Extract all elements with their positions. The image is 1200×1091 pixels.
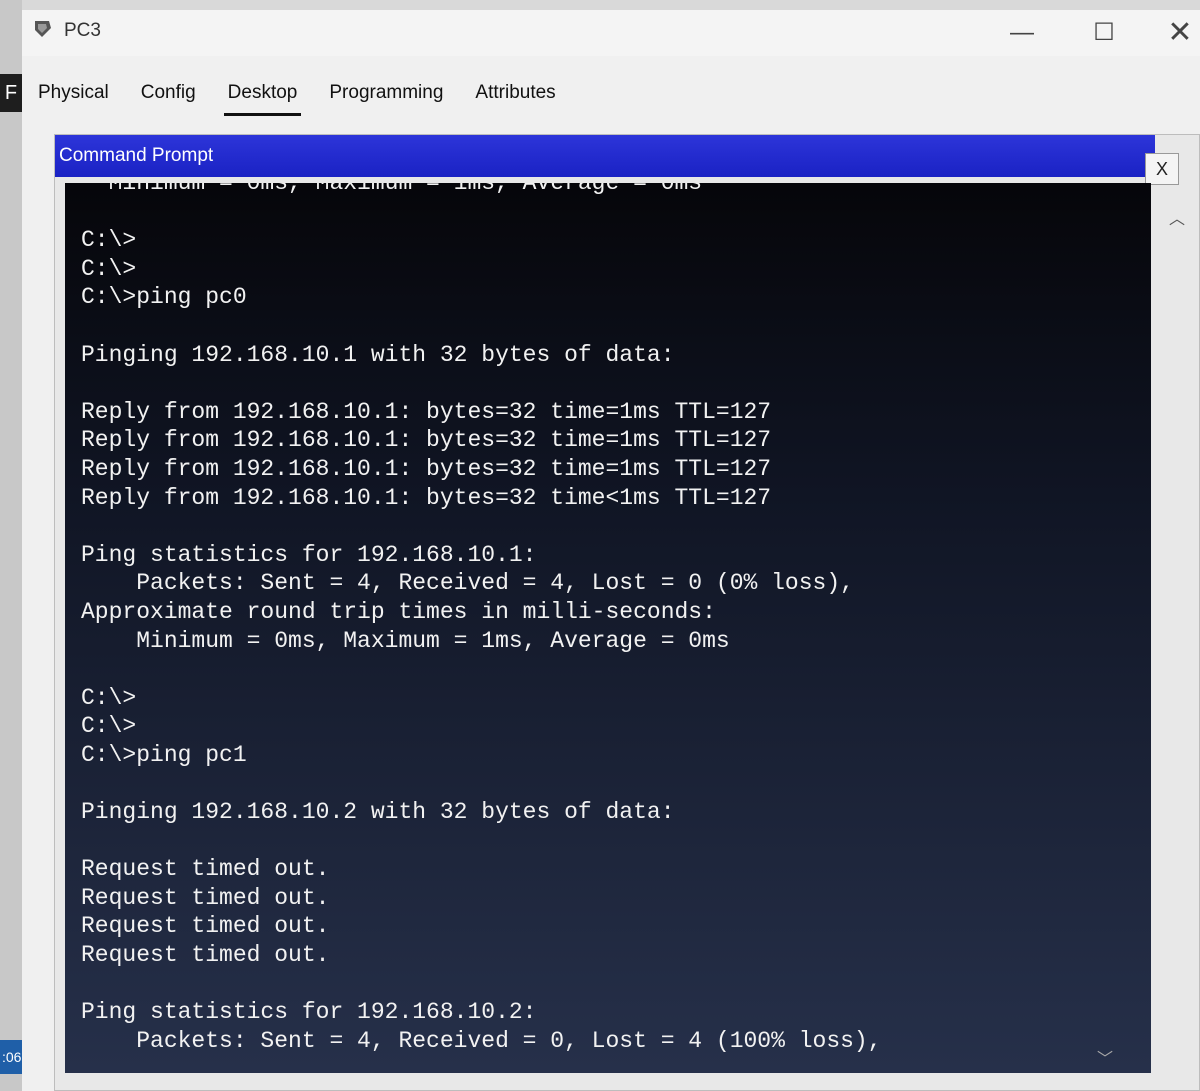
scroll-up-icon[interactable]: ︿ <box>1167 205 1187 228</box>
packet-tracer-pc-icon <box>35 21 51 37</box>
terminal-output[interactable]: Minimum = 0ms, Maximum = 1ms, Average = … <box>65 183 1151 1073</box>
window-title: PC3 <box>64 20 101 41</box>
minimize-button[interactable]: — <box>1002 18 1042 48</box>
terminal-line: Ping statistics for 192.168.10.2: <box>81 999 537 1026</box>
command-prompt-panel: Command Prompt X Minimum = 0ms, Maximum … <box>54 134 1200 1091</box>
pc3-window: PC3 — ☐ ✕ Physical Config Desktop Progra… <box>22 10 1200 1091</box>
terminal-line: Ping statistics for 192.168.10.1: <box>81 541 537 568</box>
maximize-button[interactable]: ☐ <box>1084 18 1124 48</box>
tab-programming[interactable]: Programming <box>313 72 459 116</box>
terminal-line: Reply from 192.168.10.1: bytes=32 time=1… <box>81 398 772 425</box>
terminal-line: Request timed out. <box>81 913 330 940</box>
command-prompt-close-button[interactable]: X <box>1145 153 1179 185</box>
terminal-line: Pinging 192.168.10.1 with 32 bytes of da… <box>81 341 675 368</box>
terminal-line: Reply from 192.168.10.1: bytes=32 time=1… <box>81 455 772 482</box>
scroll-down-icon[interactable]: ﹀ <box>1095 1045 1115 1068</box>
command-prompt-titlebar: Command Prompt <box>55 135 1155 177</box>
tab-config[interactable]: Config <box>125 72 212 116</box>
terminal-line: C:\> <box>81 227 137 254</box>
close-button[interactable]: ✕ <box>1160 18 1200 48</box>
terminal-line: Pinging 192.168.10.2 with 32 bytes of da… <box>81 799 675 826</box>
window-titlebar[interactable]: PC3 — ☐ ✕ <box>22 10 1200 56</box>
terminal-line: Approximate round trip times in milli-se… <box>81 598 716 625</box>
terminal-line: C:\>ping pc1 <box>81 741 247 768</box>
tab-attributes[interactable]: Attributes <box>459 72 571 116</box>
terminal-line: C:\> <box>81 255 137 282</box>
terminal-line: Packets: Sent = 4, Received = 4, Lost = … <box>81 570 854 597</box>
terminal-line: Request timed out. <box>81 942 330 969</box>
terminal-line: C:\> <box>81 713 137 740</box>
terminal-line: C:\> <box>81 684 137 711</box>
terminal-line: Reply from 192.168.10.1: bytes=32 time<1… <box>81 484 772 511</box>
terminal-line: Request timed out. <box>81 884 330 911</box>
terminal-line: Request timed out. <box>81 856 330 883</box>
terminal-line: Minimum = 0ms, Maximum = 1ms, Average = … <box>81 183 703 196</box>
command-prompt-title: Command Prompt <box>59 145 214 166</box>
background-app-strip: F :06:05 <box>0 0 80 1091</box>
device-tabs: Physical Config Desktop Programming Attr… <box>22 72 1200 116</box>
terminal-line: Minimum = 0ms, Maximum = 1ms, Average = … <box>81 627 730 654</box>
tab-desktop[interactable]: Desktop <box>212 72 314 116</box>
terminal-line: C:\>ping pc0 <box>81 284 247 311</box>
terminal-line: Reply from 192.168.10.1: bytes=32 time=1… <box>81 427 772 454</box>
background-app-tab[interactable]: F <box>0 74 22 112</box>
terminal-text: Minimum = 0ms, Maximum = 1ms, Average = … <box>65 183 1151 1073</box>
terminal-line: Packets: Sent = 4, Received = 0, Lost = … <box>81 1027 882 1054</box>
tab-physical[interactable]: Physical <box>22 72 125 116</box>
